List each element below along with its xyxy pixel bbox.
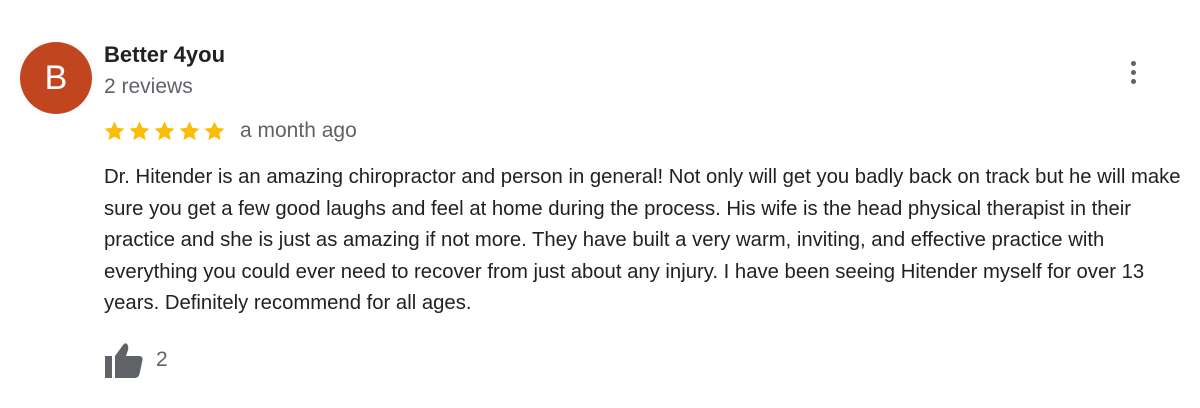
review-text: Dr. Hitender is an amazing chiropractor …	[104, 166, 1181, 314]
more-vertical-icon-dot	[1130, 78, 1136, 84]
avatar[interactable]: B	[20, 42, 92, 114]
review-card: B Better 4you 2 reviews a month ago Dr. …	[0, 0, 1200, 408]
reviewer-name[interactable]: Better 4you	[104, 42, 225, 68]
more-options-button[interactable]	[1116, 52, 1150, 92]
rating-row: a month ago	[103, 116, 357, 146]
like-button[interactable]	[104, 340, 146, 380]
like-row: 2	[104, 340, 168, 380]
star-icon	[204, 121, 225, 140]
like-count: 2	[156, 348, 168, 371]
star-icon	[129, 121, 150, 140]
more-vertical-icon-dot	[1130, 69, 1136, 75]
avatar-letter: B	[44, 59, 68, 97]
star-icon	[104, 121, 125, 140]
review-date: a month ago	[240, 119, 357, 142]
star-icon	[179, 121, 200, 140]
review-count: 2 reviews	[104, 75, 193, 98]
thumbs-up-icon	[105, 343, 143, 378]
star-rating	[103, 120, 226, 143]
more-vertical-icon	[1130, 60, 1136, 66]
star-icon	[154, 121, 175, 140]
